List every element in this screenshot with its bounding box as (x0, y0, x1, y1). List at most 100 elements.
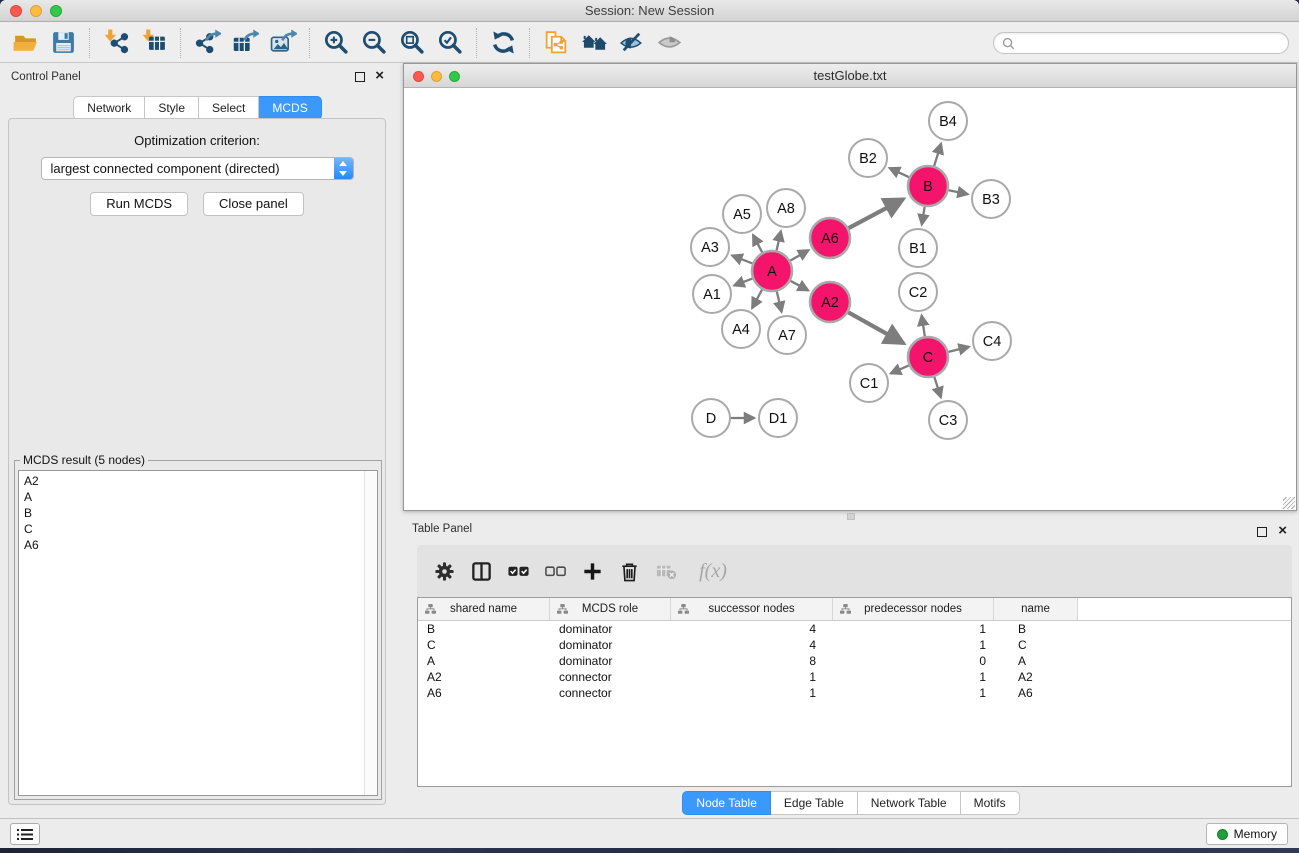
unselect-all-button[interactable] (537, 553, 574, 589)
graph-node-A6[interactable]: A6 (810, 218, 850, 258)
close-panel-icon[interactable]: × (375, 67, 384, 85)
zoom-window-icon[interactable] (50, 5, 62, 17)
refresh-button[interactable] (484, 26, 522, 60)
clone-network-button[interactable] (537, 26, 575, 60)
import-network-button[interactable] (97, 26, 135, 60)
result-list-item[interactable]: A (24, 489, 372, 505)
network-canvas[interactable]: AA1A3A4A5A7A8A6A2BB1B2B3B4CC1C2C3C4DD1 (404, 89, 1296, 510)
table-close-panel-icon[interactable]: × (1278, 522, 1287, 540)
graph-node-C3[interactable]: C3 (929, 401, 967, 439)
table-tab-edge-table[interactable]: Edge Table (771, 791, 858, 815)
network-close-icon[interactable] (413, 71, 424, 82)
graph-node-C1[interactable]: C1 (850, 364, 888, 402)
graph-edge-B-B3[interactable] (948, 190, 968, 194)
minimize-window-icon[interactable] (30, 5, 42, 17)
graph-node-A8[interactable]: A8 (767, 189, 805, 227)
column-header-name[interactable]: name (994, 598, 1078, 620)
graph-node-C[interactable]: C (908, 337, 948, 377)
network-zoom-icon[interactable] (449, 71, 460, 82)
graph-edge-B-B4[interactable] (934, 143, 941, 166)
tab-style[interactable]: Style (145, 96, 199, 120)
export-image-button[interactable] (264, 26, 302, 60)
zoom-fit-button[interactable] (393, 26, 431, 60)
table-tab-node-table[interactable]: Node Table (682, 791, 771, 815)
table-row[interactable]: Adominator80A (418, 653, 1291, 669)
table-row[interactable]: A6connector11A6 (418, 685, 1291, 701)
tab-select[interactable]: Select (199, 96, 259, 120)
hide-selected-button[interactable] (613, 26, 651, 60)
show-all-button[interactable] (651, 26, 689, 60)
open-file-button[interactable] (6, 26, 44, 60)
graph-edge-A-A8[interactable] (776, 231, 781, 252)
graph-node-B2[interactable]: B2 (849, 139, 887, 177)
result-scrollbar[interactable] (364, 471, 377, 795)
add-column-button[interactable] (574, 553, 611, 589)
save-session-button[interactable] (44, 26, 82, 60)
result-list-item[interactable]: B (24, 505, 372, 521)
graph-node-A4[interactable]: A4 (722, 310, 760, 348)
graph-edge-C-C2[interactable] (922, 315, 925, 337)
memory-button[interactable]: Memory (1206, 823, 1288, 845)
table-tab-network-table[interactable]: Network Table (858, 791, 961, 815)
graph-edge-A-A6[interactable] (789, 250, 808, 261)
graph-node-C4[interactable]: C4 (973, 322, 1011, 360)
zoom-in-button[interactable] (317, 26, 355, 60)
table-tab-motifs[interactable]: Motifs (961, 791, 1020, 815)
export-network-button[interactable] (188, 26, 226, 60)
graph-edge-A-A7[interactable] (777, 290, 782, 312)
import-table-button[interactable] (135, 26, 173, 60)
column-header-shared-name[interactable]: shared name (418, 598, 550, 620)
graph-node-A2[interactable]: A2 (810, 282, 850, 322)
zoom-selected-button[interactable] (431, 26, 469, 60)
network-resize-handle[interactable] (1283, 497, 1295, 509)
graph-edge-A-A3[interactable] (732, 255, 753, 263)
close-panel-button[interactable]: Close panel (203, 192, 304, 216)
graph-node-D1[interactable]: D1 (759, 399, 797, 437)
graph-edge-A6-B[interactable] (848, 199, 904, 229)
graph-node-C2[interactable]: C2 (899, 273, 937, 311)
graph-edge-C-C3[interactable] (934, 376, 941, 398)
graph-node-A5[interactable]: A5 (723, 195, 761, 233)
graph-node-D[interactable]: D (692, 399, 730, 437)
graph-node-A7[interactable]: A7 (768, 316, 806, 354)
table-row[interactable]: Cdominator41C (418, 637, 1291, 653)
close-window-icon[interactable] (10, 5, 22, 17)
table-row[interactable]: A2connector11A2 (418, 669, 1291, 685)
graph-node-B4[interactable]: B4 (929, 102, 967, 140)
run-mcds-button[interactable]: Run MCDS (90, 192, 188, 216)
columns-button[interactable] (463, 553, 500, 589)
optimization-criterion-select[interactable]: largest connected component (directed) (41, 157, 354, 180)
delete-column-button[interactable] (611, 553, 648, 589)
mcds-result-list[interactable]: A2ABCA6 (18, 470, 378, 796)
result-list-item[interactable]: A2 (24, 473, 372, 489)
graph-edge-A-A4[interactable] (752, 289, 762, 309)
graph-node-B3[interactable]: B3 (972, 180, 1010, 218)
column-header-MCDS-role[interactable]: MCDS role (550, 598, 671, 620)
tab-network[interactable]: Network (73, 96, 145, 120)
float-panel-icon[interactable] (355, 72, 365, 82)
graph-node-A[interactable]: A (752, 251, 792, 291)
graph-node-B[interactable]: B (908, 166, 948, 206)
graph-edge-A-A5[interactable] (753, 235, 763, 254)
column-header-successor-nodes[interactable]: successor nodes (671, 598, 833, 620)
result-list-item[interactable]: C (24, 521, 372, 537)
select-all-button[interactable] (500, 553, 537, 589)
network-minimize-icon[interactable] (431, 71, 442, 82)
graph-edge-A2-C[interactable] (847, 312, 903, 344)
result-list-item[interactable]: A6 (24, 537, 372, 553)
graph-node-B1[interactable]: B1 (899, 229, 937, 267)
export-table-button[interactable] (226, 26, 264, 60)
table-float-panel-icon[interactable] (1257, 527, 1267, 537)
graph-edge-B-B2[interactable] (889, 168, 910, 178)
graph-edge-C-C1[interactable] (891, 365, 910, 373)
tab-mcds[interactable]: MCDS (259, 96, 321, 120)
graph-edge-A-A1[interactable] (734, 278, 753, 285)
graph-node-A3[interactable]: A3 (691, 228, 729, 266)
graph-edge-C-C4[interactable] (947, 347, 969, 352)
graph-edge-A-A2[interactable] (790, 280, 809, 290)
graph-edge-B-B1[interactable] (922, 206, 925, 225)
search-input[interactable] (1015, 34, 1288, 52)
column-header-predecessor-nodes[interactable]: predecessor nodes (833, 598, 994, 620)
search-field[interactable] (993, 32, 1289, 54)
zoom-out-button[interactable] (355, 26, 393, 60)
